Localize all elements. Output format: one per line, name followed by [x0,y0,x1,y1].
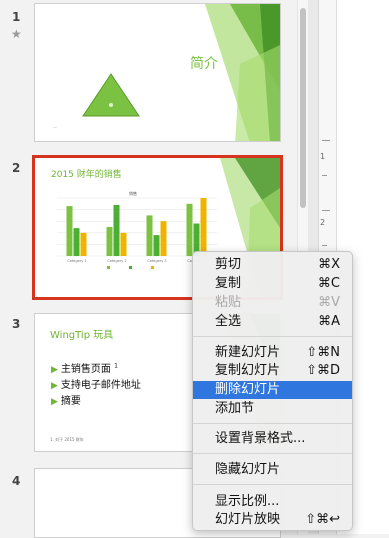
menu-item-zoom[interactable]: 显示比例... [193,493,352,511]
chart-category-label: Category 3 [147,259,166,263]
menu-item-copy[interactable]: 复制 ⌘C [193,275,352,293]
menu-item-duplicate-slide[interactable]: 复制幻灯片 ⇧⌘D [193,362,352,380]
menu-separator [193,423,352,424]
ruler-tick [322,210,330,211]
menu-item-new-slide[interactable]: 新建幻灯片 ⇧⌘N [193,344,352,362]
menu-item-slideshow[interactable]: 幻灯片放映 ⇧⌘↩ [193,511,352,529]
slide-number-2: 2 [12,161,21,175]
bullet-item: ▶ 摘要 [51,392,81,407]
ruler-tick [322,140,330,141]
chart-bar [66,206,73,256]
ruler-number: 2 [320,218,326,227]
menu-separator [193,484,352,485]
slide-1-title: 简介 [190,56,218,72]
ruler-number: 1 [320,152,326,161]
chart-bar [106,227,113,256]
chart-bar [120,232,127,256]
chart-bar [73,228,80,256]
menu-item-format-background[interactable]: 设置背景格式... [193,430,352,448]
slide-1-footer: — [53,125,57,130]
menu-separator [193,336,352,337]
slide-3-title: WingTip 玩具 [50,330,114,341]
chart-bar [153,235,160,256]
chart-bar [80,232,87,256]
menu-item-cut[interactable]: 剪切 ⌘X [193,256,352,274]
chart-legend-swatch [151,266,154,269]
bullet-superscript: 1 [114,362,118,370]
menu-item-paste: 粘贴 ⌘V [215,295,340,310]
scrollbar-thumb[interactable] [300,8,306,208]
slide-thumbnail-1[interactable]: 简介 — [34,3,281,142]
triangle-bullet-icon: ▶ [51,365,58,375]
ruler-tick [322,175,327,176]
menu-item-select-all[interactable]: 全选 ⌘A [193,313,352,331]
chart-category-label: Category 1 [67,259,86,263]
slide-2-title: 2015 财年的销售 [51,170,122,180]
triangle-bullet-icon: ▶ [51,397,58,407]
slide-number-3: 3 [12,317,21,331]
chart-category-label: Category 2 [107,259,126,263]
bullet-text: 主销售页面 [60,364,111,375]
chart-bar [146,215,153,256]
slide-3-footnote: 1. 对于 2015 财年 [50,437,84,442]
slide-number-1: 1 [12,10,21,24]
menu-separator [193,453,352,454]
bullet-item: ▶ 支持电子邮件地址 [51,376,141,391]
menu-item-delete-slide[interactable]: 删除幻灯片 [193,381,352,399]
slide-number-4: 4 [12,474,21,488]
menu-item-add-section[interactable]: 添加节 [193,400,352,418]
chart-legend-swatch [107,266,110,269]
ruler-tick [322,245,327,246]
star-icon: ★ [11,27,22,41]
chart-bar [160,221,167,256]
chart-bar [113,204,120,256]
chart-bar [200,198,207,256]
chart-bar [186,203,193,256]
chart-legend-swatch [129,266,132,269]
bullet-item: ▶ 主销售页面 1 [51,360,118,375]
bullet-text: 支持电子邮件地址 [60,380,141,391]
bullet-text: 摘要 [60,396,81,407]
menu-item-hide-slide[interactable]: 隐藏幻灯片 [193,461,352,479]
slide-1-decoration [82,4,280,141]
context-menu[interactable]: 剪切 ⌘X 复制 ⌘C 粘贴 ⌘V 全选 ⌘A 新建幻灯片 ⇧⌘N 复制幻灯片 ⇧⌘D 删除… [192,251,353,531]
triangle-bullet-icon: ▶ [51,381,58,391]
